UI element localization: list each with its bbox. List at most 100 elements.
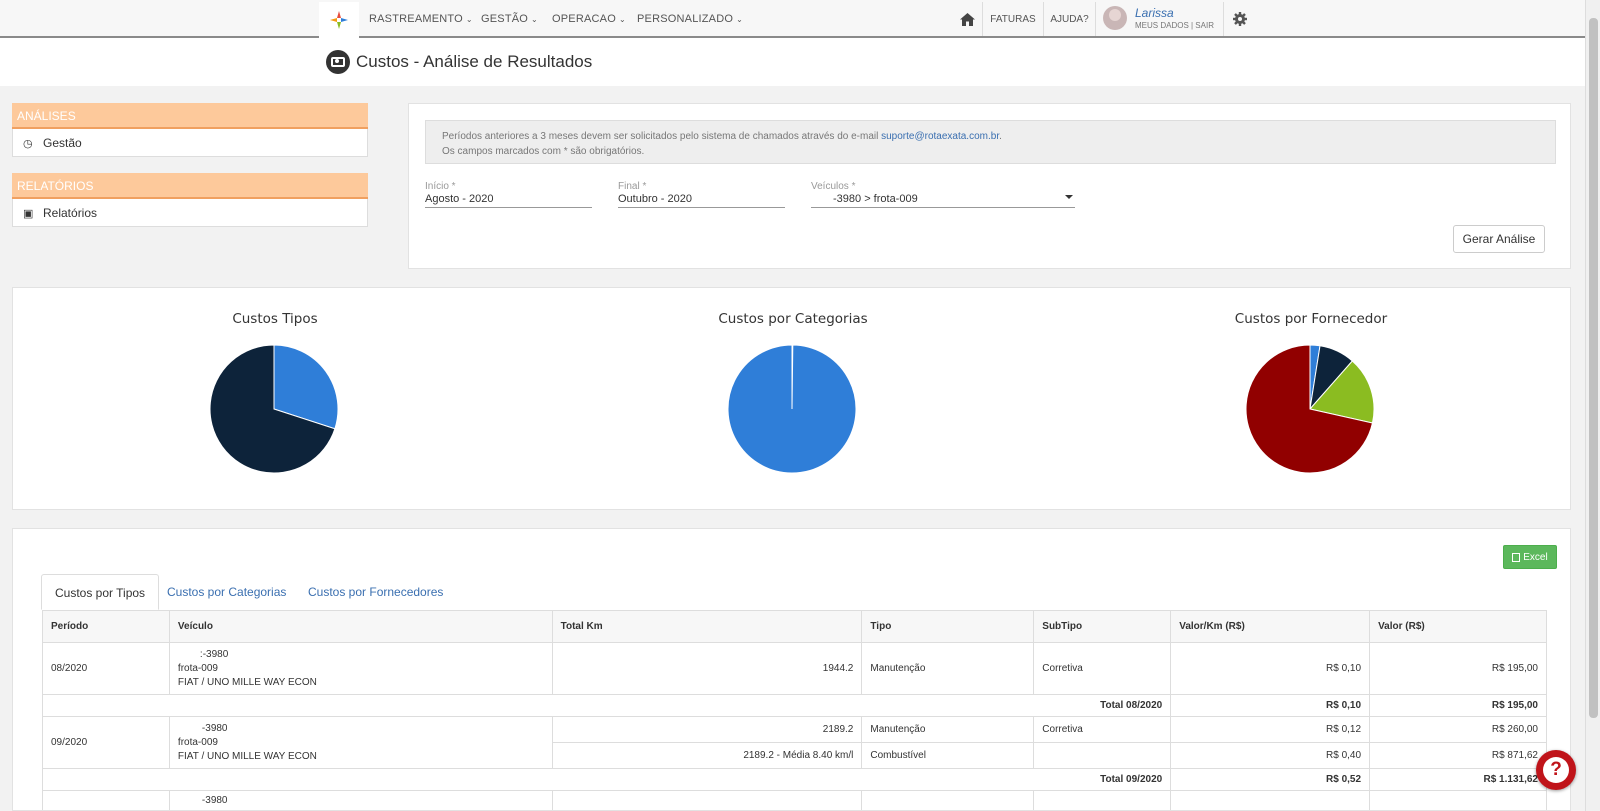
nav-operacao-label: OPERACAO bbox=[552, 13, 616, 25]
total-valor-km: R$ 0,52 bbox=[1170, 768, 1371, 791]
nav-gestao[interactable]: GESTÃO ⌄ bbox=[481, 13, 538, 25]
final-input[interactable]: Outubro - 2020 bbox=[618, 193, 785, 208]
veiculo-modelo: FIAT / UNO MILLE WAY ECON bbox=[177, 750, 317, 762]
charts-panel: Custos Tipos Custos por Categorias Custo… bbox=[12, 287, 1571, 510]
tab-custos-por-tipos[interactable]: Custos por Tipos bbox=[41, 574, 160, 610]
ajuda-link[interactable]: AJUDA? bbox=[1043, 2, 1095, 36]
user-links[interactable]: MEUS DADOS | SAIR bbox=[1135, 21, 1214, 30]
veiculos-field[interactable]: Veículos * -3980 > frota-009 bbox=[811, 181, 1075, 208]
pie-chart-fornecedor[interactable] bbox=[1245, 344, 1375, 474]
avatar[interactable] bbox=[1103, 6, 1127, 30]
sidebar-header-relatorios: RELATÓRIOS bbox=[12, 173, 368, 199]
table-row: -3980 bbox=[42, 790, 1547, 810]
logo[interactable] bbox=[319, 2, 359, 38]
veiculo-plate: :-3980 bbox=[199, 648, 229, 660]
cell-periodo: 08/2020 bbox=[42, 642, 170, 695]
notice-text: Períodos anteriores a 3 meses devem ser … bbox=[442, 131, 882, 142]
ajuda-label: AJUDA? bbox=[1050, 13, 1089, 25]
cell-total-km: 2189.2 - Média 8.40 km/l bbox=[551, 742, 863, 769]
cell-valor-km: R$ 0,10 bbox=[1170, 642, 1371, 695]
chart-title-categorias: Custos por Categorias bbox=[718, 311, 868, 327]
cell-subtipo bbox=[1033, 790, 1172, 810]
file-excel-icon bbox=[1512, 552, 1521, 562]
nav-personalizado-label: PERSONALIZADO bbox=[637, 13, 734, 25]
faturas-link[interactable]: FATURAS bbox=[982, 2, 1043, 36]
col-veiculo[interactable]: Veículo bbox=[168, 610, 553, 643]
user-name[interactable]: Larissa bbox=[1135, 6, 1174, 20]
cell-valor-km bbox=[1170, 790, 1371, 810]
top-navbar: RASTREAMENTO ⌄ GESTÃO ⌄ OPERACAO ⌄ PERSONAL… bbox=[0, 0, 1585, 38]
results-table: Período Veículo Total Km Tipo SubTipo Va… bbox=[41, 610, 1547, 810]
cell-veiculo: -3980 bbox=[168, 790, 553, 810]
support-email-link[interactable]: suporte@rotaexata.com.br bbox=[881, 131, 999, 142]
logo-icon bbox=[330, 11, 348, 29]
cell-valor-km: R$ 0,40 bbox=[1170, 742, 1371, 769]
cell-valor bbox=[1369, 790, 1547, 810]
sidebar-header-analises: ANÁLISES bbox=[12, 103, 368, 129]
gerar-analise-button[interactable]: Gerar Análise bbox=[1453, 225, 1545, 253]
inicio-label: Início * bbox=[425, 181, 456, 192]
cell-valor: R$ 195,00 bbox=[1369, 642, 1547, 695]
cell-veiculo: -3980 frota-009 FIAT / UNO MILLE WAY ECO… bbox=[168, 716, 553, 769]
cell-tipo: Manutenção bbox=[861, 642, 1035, 695]
col-valor[interactable]: Valor (R$) bbox=[1369, 610, 1547, 643]
nav-rastreamento-label: RASTREAMENTO bbox=[369, 13, 463, 25]
pie-chart-tipos[interactable] bbox=[209, 344, 339, 474]
nav-gestao-label: GESTÃO bbox=[481, 13, 529, 25]
page-scrollbar[interactable] bbox=[1585, 0, 1600, 811]
sidebar-item-relatorios[interactable]: ▣ Relatórios bbox=[12, 199, 368, 227]
gear-icon bbox=[1232, 12, 1247, 26]
col-subtipo[interactable]: SubTipo bbox=[1033, 610, 1172, 643]
cell-valor-km: R$ 0,12 bbox=[1170, 716, 1371, 743]
cell-valor: R$ 260,00 bbox=[1369, 716, 1547, 743]
excel-label: Excel bbox=[1523, 551, 1548, 563]
notice-required-text: Os campos marcados com * são obrigatório… bbox=[442, 146, 645, 157]
veiculo-frota: frota-009 bbox=[177, 662, 218, 674]
cell-total-km bbox=[551, 790, 863, 810]
scrollbar-thumb[interactable] bbox=[1589, 18, 1598, 718]
veiculo-modelo: FIAT / UNO MILLE WAY ECON bbox=[177, 676, 317, 688]
home-button[interactable] bbox=[952, 2, 982, 36]
total-row: Total 08/2020 R$ 0,10 R$ 195,00 bbox=[41, 694, 1547, 717]
veiculos-label: Veículos * bbox=[811, 181, 856, 192]
chevron-down-icon: ⌄ bbox=[736, 15, 744, 24]
col-periodo[interactable]: Período bbox=[42, 610, 170, 643]
cell-subtipo bbox=[1033, 742, 1172, 769]
pie-chart-categorias[interactable] bbox=[727, 344, 857, 474]
nav-operacao[interactable]: OPERACAO ⌄ bbox=[552, 13, 626, 25]
total-valor-km: R$ 0,10 bbox=[1170, 694, 1371, 717]
nav-personalizado[interactable]: PERSONALIZADO ⌄ bbox=[637, 13, 743, 25]
settings-button[interactable] bbox=[1223, 2, 1255, 36]
excel-export-button[interactable]: Excel bbox=[1503, 545, 1557, 569]
faturas-label: FATURAS bbox=[990, 13, 1036, 25]
cell-total-km: 1944.2 bbox=[551, 642, 863, 695]
table-row: 09/2020 -3980 frota-009 FIAT / UNO MILLE… bbox=[42, 716, 1547, 769]
tab-custos-por-fornecedores[interactable]: Custos por Fornecedores bbox=[295, 574, 456, 610]
veiculo-frota: frota-009 bbox=[177, 736, 218, 748]
col-tipo[interactable]: Tipo bbox=[861, 610, 1035, 643]
table-row: 08/2020 :-3980 frota-009 FIAT / UNO MILL… bbox=[42, 642, 1547, 695]
veiculo-plate: -3980 bbox=[201, 795, 228, 806]
chart-title-tipos: Custos Tipos bbox=[232, 311, 318, 327]
help-button[interactable]: ? bbox=[1536, 750, 1576, 790]
col-valor-km[interactable]: Valor/Km (R$) bbox=[1170, 610, 1371, 643]
info-notice: Períodos anteriores a 3 meses devem ser … bbox=[425, 120, 1556, 164]
page-title: Custos - Análise de Resultados bbox=[356, 52, 593, 71]
total-row: Total 09/2020 R$ 0,52 R$ 1.131,62 bbox=[41, 768, 1547, 791]
chevron-down-icon: ⌄ bbox=[618, 15, 626, 24]
cell-tipo: Combustível bbox=[861, 742, 1035, 769]
tab-custos-por-categorias[interactable]: Custos por Categorias bbox=[154, 574, 299, 610]
caret-down-icon bbox=[1065, 195, 1073, 199]
veiculos-select[interactable]: -3980 > frota-009 bbox=[811, 193, 1075, 208]
inicio-input[interactable]: Agosto - 2020 bbox=[425, 193, 592, 208]
money-icon bbox=[326, 50, 350, 74]
col-total-km[interactable]: Total Km bbox=[551, 610, 863, 643]
nav-rastreamento[interactable]: RASTREAMENTO ⌄ bbox=[369, 13, 473, 25]
cell-periodo bbox=[42, 790, 170, 810]
pie-slice-1-1[interactable] bbox=[727, 344, 857, 474]
final-field[interactable]: Final * Outubro - 2020 bbox=[618, 181, 785, 208]
total-valor: R$ 1.131,62 bbox=[1369, 768, 1547, 791]
sidebar-item-gestao[interactable]: ◷ Gestão bbox=[12, 129, 368, 157]
inicio-field[interactable]: Início * Agosto - 2020 bbox=[425, 181, 592, 208]
cell-total-km: 2189.2 bbox=[551, 716, 863, 743]
